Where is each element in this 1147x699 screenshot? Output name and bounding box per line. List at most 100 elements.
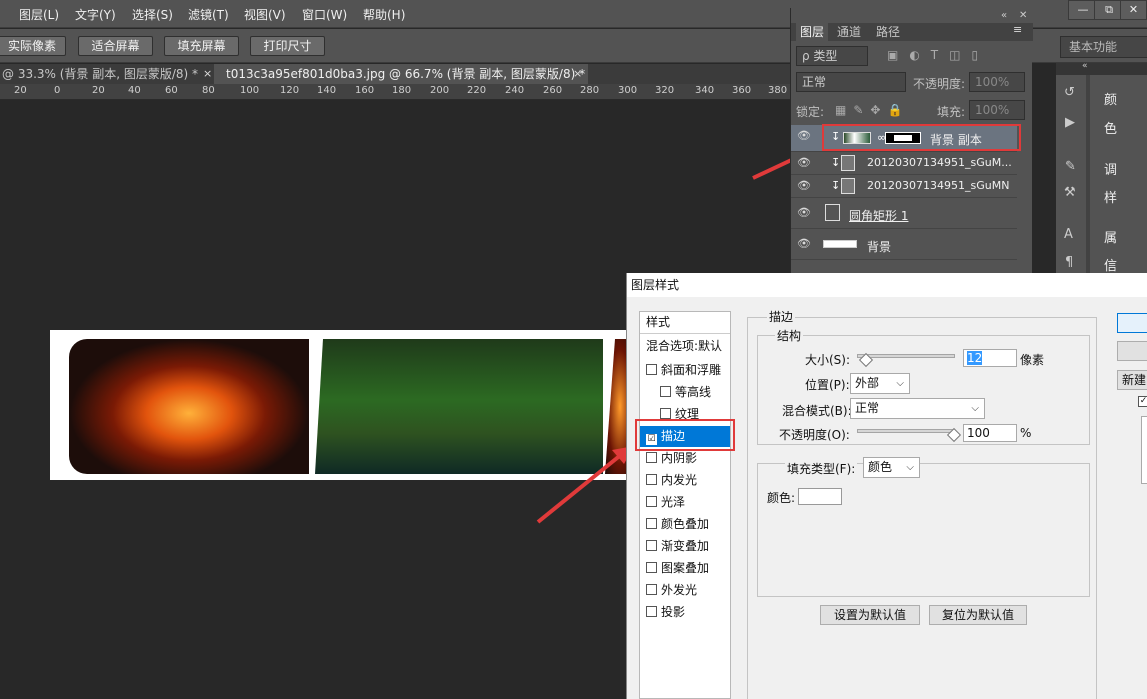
style-label: 等高线 xyxy=(675,385,712,399)
layer-row-image-2[interactable]: 👁 ↧ 20120307134951_sGuMN xyxy=(791,175,1017,198)
style-inner-shadow[interactable]: 内阴影 xyxy=(640,448,730,469)
blend-options-item[interactable]: 混合选项:默认 xyxy=(640,336,730,357)
close-icon[interactable]: ✕ xyxy=(1019,10,1027,21)
layer-row-image-1[interactable]: 👁 ↧ 20120307134951_sGuM... xyxy=(791,152,1017,175)
fill-input[interactable]: 100% xyxy=(969,100,1025,120)
collapse-icon[interactable]: « xyxy=(1001,10,1007,21)
style-drop-shadow[interactable]: 投影 xyxy=(640,602,730,623)
eye-icon[interactable]: 👁 xyxy=(797,237,811,250)
adjustments-panel-label[interactable]: 调 xyxy=(1104,159,1117,178)
blend-mode-select[interactable]: 正常 xyxy=(796,72,906,92)
new-style-button[interactable]: 新建 xyxy=(1117,370,1147,390)
checkbox[interactable] xyxy=(646,518,657,529)
tab-close-icon[interactable]: × xyxy=(203,64,212,84)
opacity-slider[interactable] xyxy=(857,429,955,433)
checkbox[interactable] xyxy=(646,496,657,507)
panel-menu-icon[interactable]: ≡ xyxy=(1013,23,1022,36)
opacity-label: 不透明度: xyxy=(913,77,966,91)
color-swatch[interactable] xyxy=(798,488,842,505)
checkbox[interactable] xyxy=(646,562,657,573)
lock-icons[interactable]: ▦✎✥🔒 xyxy=(835,103,909,117)
style-color-overlay[interactable]: 颜色叠加 xyxy=(640,514,730,535)
tab-document-2[interactable]: t013c3a95ef801d0ba3.jpg @ 66.7% (背景 副本, … xyxy=(214,64,588,84)
preview-checkbox[interactable]: ✓ xyxy=(1138,396,1147,407)
eye-icon[interactable]: 👁 xyxy=(797,179,811,192)
layer-row-rounded-rect[interactable]: 👁 圆角矩形 1 xyxy=(791,199,1017,229)
style-label: 颜色叠加 xyxy=(661,517,710,531)
opacity-input[interactable]: 100% xyxy=(969,72,1025,92)
style-gradient-overlay[interactable]: 渐变叠加 xyxy=(640,536,730,557)
menu-view[interactable]: 视图(V) xyxy=(244,6,286,23)
character-icon[interactable]: A xyxy=(1064,227,1073,242)
layer-filter-select[interactable]: ρ 类型 xyxy=(796,46,868,66)
checkbox[interactable] xyxy=(646,364,657,375)
set-default-button[interactable]: 设置为默认值 xyxy=(820,605,920,625)
position-select[interactable]: 外部 ⌵ xyxy=(850,373,910,394)
checkbox[interactable] xyxy=(660,386,671,397)
size-input[interactable]: 12 xyxy=(963,349,1017,367)
menu-layer[interactable]: 图层(L) xyxy=(19,6,59,23)
menu-help[interactable]: 帮助(H) xyxy=(363,6,405,23)
fit-screen-button[interactable]: 适合屏幕 xyxy=(78,36,153,56)
layer-row-background[interactable]: 👁 背景 xyxy=(791,230,1017,260)
opacity-input[interactable]: 100 xyxy=(963,424,1017,442)
tab-layers[interactable]: 图层 xyxy=(796,23,829,41)
tab-paths[interactable]: 路径 xyxy=(876,23,900,41)
style-bevel-emboss[interactable]: 斜面和浮雕 xyxy=(640,360,730,381)
checkbox[interactable] xyxy=(646,540,657,551)
ruler-tick: 280 xyxy=(580,85,600,96)
layer-name: 20120307134951_sGuMN xyxy=(867,179,1010,192)
history-icon[interactable]: ↺ xyxy=(1064,85,1075,100)
tool-presets-icon[interactable]: ⚒ xyxy=(1064,185,1076,200)
actual-pixels-button[interactable]: 实际像素 xyxy=(0,36,66,56)
style-satin[interactable]: 光泽 xyxy=(640,492,730,513)
style-contour[interactable]: 等高线 xyxy=(640,382,730,403)
ok-button[interactable] xyxy=(1117,313,1147,333)
menu-type[interactable]: 文字(Y) xyxy=(75,6,116,23)
checkbox[interactable] xyxy=(646,452,657,463)
eye-icon[interactable]: 👁 xyxy=(797,206,811,219)
checkbox[interactable] xyxy=(660,408,671,419)
paragraph-icon[interactable]: ¶ xyxy=(1065,255,1073,270)
layer-style-dialog: 图层样式 样式 混合选项:默认 斜面和浮雕 等高线 纹理 ☑ 描边 内阴影 内发光… xyxy=(626,273,1147,699)
brush-icon[interactable]: ✎ xyxy=(1065,159,1076,174)
style-pattern-overlay[interactable]: 图案叠加 xyxy=(640,558,730,579)
checkbox[interactable] xyxy=(646,584,657,595)
fill-type-select[interactable]: 颜色 ⌵ xyxy=(863,457,920,478)
ruler-tick: 300 xyxy=(618,85,638,96)
collapse-icon[interactable]: « xyxy=(1082,61,1088,71)
cancel-button[interactable] xyxy=(1117,341,1147,361)
horizontal-ruler: 20 0 20 40 60 80 100 120 140 160 180 200… xyxy=(0,84,790,100)
menu-select[interactable]: 选择(S) xyxy=(132,6,173,23)
size-slider[interactable] xyxy=(857,354,955,358)
style-inner-glow[interactable]: 内发光 xyxy=(640,470,730,491)
fill-screen-button[interactable]: 填充屏幕 xyxy=(164,36,239,56)
ruler-tick: 20 xyxy=(14,85,27,96)
play-icon[interactable]: ▶ xyxy=(1065,115,1075,130)
color-panel-label[interactable]: 颜 xyxy=(1104,89,1117,108)
checkbox[interactable] xyxy=(646,606,657,617)
menu-filter[interactable]: 滤镜(T) xyxy=(188,6,229,23)
style-outer-glow[interactable]: 外发光 xyxy=(640,580,730,601)
tab-channels[interactable]: 通道 xyxy=(837,23,861,41)
reset-default-button[interactable]: 复位为默认值 xyxy=(929,605,1027,625)
workspace-select[interactable]: 基本功能 xyxy=(1060,36,1147,58)
styles-header[interactable]: 样式 xyxy=(640,312,730,334)
highlight-box xyxy=(635,419,735,451)
eye-icon[interactable]: 👁 xyxy=(797,129,811,142)
eye-icon[interactable]: 👁 xyxy=(797,156,811,169)
style-label: 外发光 xyxy=(661,583,698,597)
properties-panel-label[interactable]: 属 xyxy=(1104,227,1117,246)
tab-close-icon[interactable]: × xyxy=(573,64,582,84)
print-size-button[interactable]: 打印尺寸 xyxy=(250,36,325,56)
styles-panel-label[interactable]: 样 xyxy=(1104,187,1117,206)
filter-icons[interactable]: ▣◐T◫▯ xyxy=(887,48,989,62)
close-window-button[interactable]: ✕ xyxy=(1120,0,1147,20)
blend-mode-select[interactable]: 正常 ⌵ xyxy=(850,398,985,419)
swatches-panel-label[interactable]: 色 xyxy=(1104,118,1117,137)
info-panel-label[interactable]: 信 xyxy=(1104,255,1117,274)
menu-window[interactable]: 窗口(W) xyxy=(302,6,347,23)
tab-document-1[interactable]: @ 33.3% (背景 副本, 图层蒙版/8) * xyxy=(2,64,198,84)
checkbox[interactable] xyxy=(646,474,657,485)
ruler-tick: 160 xyxy=(355,85,375,96)
